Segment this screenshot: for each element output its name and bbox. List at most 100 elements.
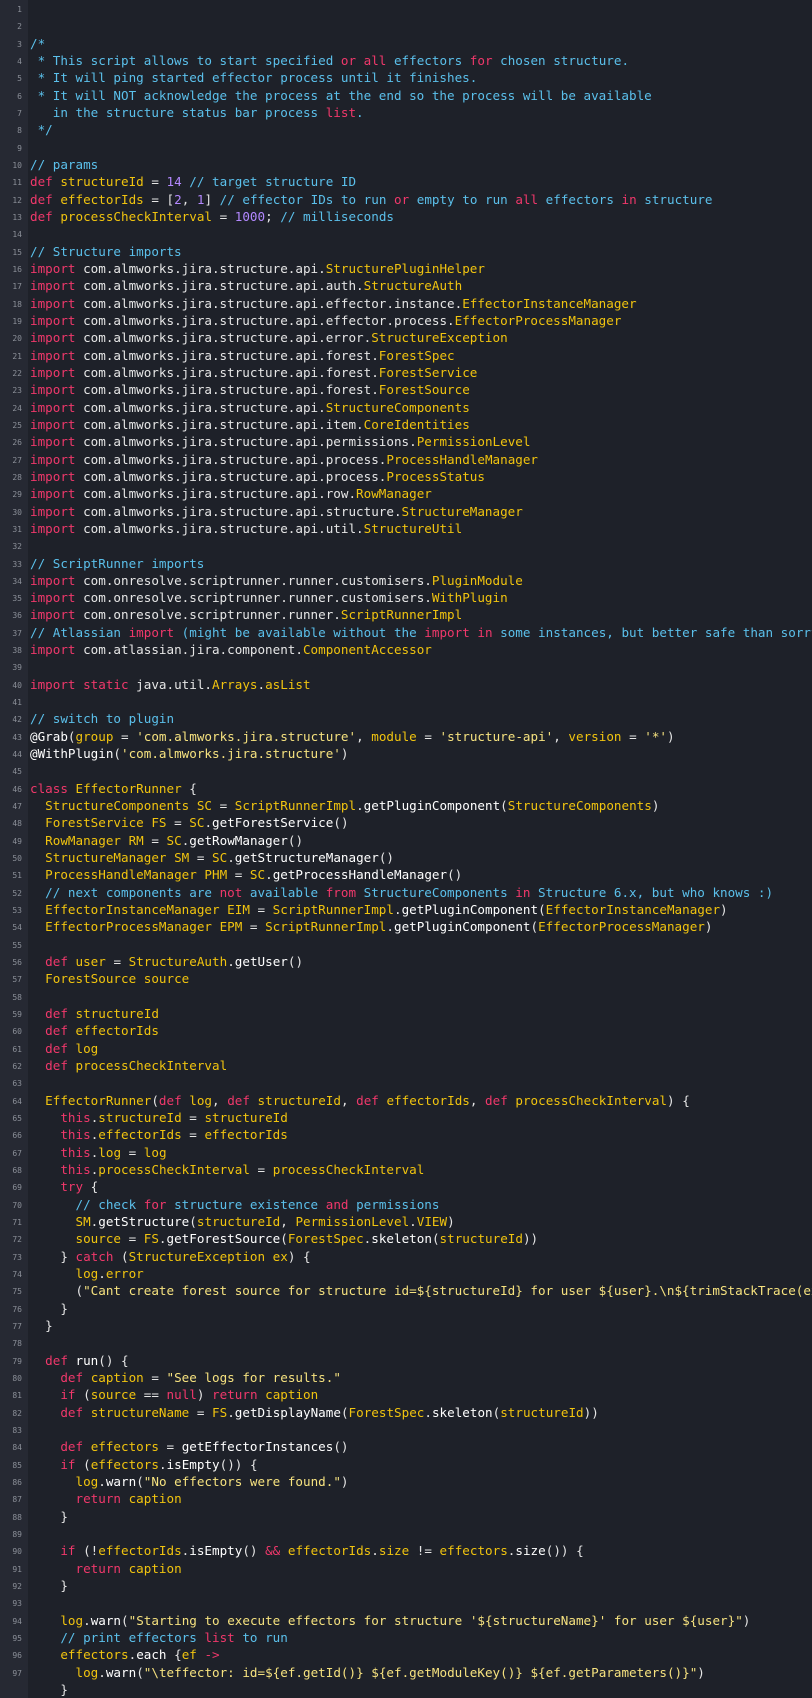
- code-line: 43: [0, 728, 812, 745]
- line-number: 42: [12, 715, 22, 725]
- line-number: 13: [12, 212, 22, 222]
- code-line: 51 EffectorInstanceManager EIM = ScriptR…: [0, 866, 812, 917]
- line-number: 62: [12, 1062, 22, 1072]
- code-line: 26 import com.almworks.jira.structure.ap…: [0, 433, 812, 484]
- line-number: 48: [12, 819, 22, 829]
- line-number: 67: [12, 1148, 22, 1158]
- code-line: 64 this.effectorIds = effectorIds: [0, 1092, 812, 1143]
- code-line: 76: [0, 1300, 812, 1317]
- line-number: 84: [12, 1443, 22, 1453]
- code-line: 62 EffectorRunner(def log, def structure…: [0, 1057, 812, 1108]
- line-number: 52: [12, 888, 22, 898]
- line-number: 71: [12, 1217, 22, 1227]
- code-line: 59 def log: [0, 1005, 812, 1056]
- line-number: 26: [12, 438, 22, 448]
- code-line: 54 def user = StructureAuth.getUser(): [0, 918, 812, 969]
- line-number: 32: [12, 542, 22, 552]
- line-number: 22: [12, 368, 22, 378]
- code-line: 60 def processCheckInterval: [0, 1022, 812, 1073]
- code-line: 52 EffectorProcessManager EPM = ScriptRu…: [0, 884, 812, 935]
- line-number: 80: [12, 1373, 22, 1383]
- code-line: 33 import com.onresolve.scriptrunner.run…: [0, 555, 812, 606]
- line-number: 96: [12, 1651, 22, 1661]
- line-number: 85: [12, 1460, 22, 1470]
- line-number: 79: [12, 1356, 22, 1366]
- code-line: 37: [0, 624, 812, 641]
- line-number: 72: [12, 1235, 22, 1245]
- line-number: 33: [12, 559, 22, 569]
- code-line: 11 def processCheckInterval = 1000; // m…: [0, 173, 812, 224]
- line-number: 60: [12, 1027, 22, 1037]
- code-line: 24 import com.almworks.jira.structure.ap…: [0, 399, 812, 450]
- line-number: 37: [12, 628, 22, 638]
- code-line: 79 if (source == null) return caption: [0, 1352, 812, 1403]
- code-line: 28 import com.almworks.jira.structure.ap…: [0, 468, 812, 519]
- code-editor[interactable]: 1 /* 2 * This script allows to start spe…: [0, 0, 812, 1698]
- line-number: 9: [17, 143, 22, 153]
- code-line: 56: [0, 953, 812, 970]
- code-line: 70 source = FS.getForestSource(ForestSpe…: [0, 1196, 812, 1247]
- code-line: 75 }: [0, 1282, 812, 1333]
- line-number: 70: [12, 1200, 22, 1210]
- code-line: 92 log.warn("Starting to execute effecto…: [0, 1577, 812, 1628]
- code-line: 12: [0, 191, 812, 208]
- line-number: 4: [17, 56, 22, 66]
- code-line: 44 class EffectorRunner {: [0, 745, 812, 796]
- line-number: 23: [12, 386, 22, 396]
- code-line: 95 log.warn("\teffector: id=${ef.getId()…: [0, 1629, 812, 1680]
- code-line: 88 if (!effectorIds.isEmpty() && effecto…: [0, 1508, 812, 1559]
- code-line: 80 def structureName = FS.getDisplayName…: [0, 1369, 812, 1420]
- line-number: 51: [12, 871, 22, 881]
- code-token: }: [30, 1681, 68, 1697]
- code-line: 57 def structureId: [0, 970, 812, 1021]
- line-number: 50: [12, 854, 22, 864]
- code-line: 65 this.log = log: [0, 1109, 812, 1160]
- code-line: 34 import com.onresolve.scriptrunner.run…: [0, 572, 812, 623]
- code-line: 83 if (effectors.isEmpty()) {: [0, 1421, 812, 1472]
- code-line: 81: [0, 1386, 812, 1403]
- line-number: 57: [12, 975, 22, 985]
- code-line: 3 * It will ping started effector proces…: [0, 35, 812, 86]
- line-number: 87: [12, 1495, 22, 1505]
- line-number: 65: [12, 1114, 22, 1123]
- code-line: 47 RowManager RM = SC.getRowManager(): [0, 797, 812, 848]
- code-line: 10 def effectorIds = [2, 1] // effector …: [0, 156, 812, 207]
- code-line: 31 // ScriptRunner imports: [0, 520, 812, 571]
- line-number: 36: [12, 611, 22, 621]
- line-number: 73: [12, 1252, 22, 1262]
- line-number: 38: [12, 646, 22, 656]
- line-number: 74: [12, 1269, 22, 1279]
- line-number: 1: [17, 5, 22, 14]
- code-line: 77 def run() {: [0, 1317, 812, 1368]
- line-number: 34: [12, 576, 22, 586]
- code-area[interactable]: 1 /* 2 * This script allows to start spe…: [0, 0, 812, 1697]
- code-line: 78 def caption = "See logs for results.": [0, 1334, 812, 1385]
- line-number: 39: [12, 663, 22, 673]
- line-number: 8: [17, 126, 22, 136]
- line-number: 78: [12, 1339, 22, 1349]
- code-line: 17 import com.almworks.jira.structure.ap…: [0, 277, 812, 328]
- line-number: 27: [12, 455, 22, 465]
- code-line: 5 in the structure status bar process li…: [0, 69, 812, 120]
- code-line: 87: [0, 1490, 812, 1507]
- line-number: 54: [12, 923, 22, 933]
- line-number: 95: [12, 1633, 22, 1643]
- line-number: 76: [12, 1304, 22, 1314]
- line-number: 43: [12, 732, 22, 742]
- line-number: 94: [12, 1616, 22, 1626]
- code-line: 9 def structureId = 14 // target structu…: [0, 139, 812, 190]
- code-line: 45 StructureComponents SC = ScriptRunner…: [0, 762, 812, 813]
- code-line: 53: [0, 901, 812, 918]
- line-number: 30: [12, 507, 22, 517]
- code-line: 86 }: [0, 1473, 812, 1524]
- code-line: 22 import com.almworks.jira.structure.ap…: [0, 364, 812, 415]
- code-line: 66 this.processCheckInterval = processCh…: [0, 1126, 812, 1177]
- code-line: 30: [0, 503, 812, 520]
- code-line: 67 try {: [0, 1144, 812, 1195]
- code-line: 13 // Structure imports: [0, 208, 812, 259]
- line-number: 11: [12, 178, 22, 188]
- line-number: 75: [12, 1287, 22, 1297]
- line-number: 20: [12, 334, 22, 344]
- line-number: 59: [12, 1010, 22, 1020]
- line-number: 63: [12, 1079, 22, 1089]
